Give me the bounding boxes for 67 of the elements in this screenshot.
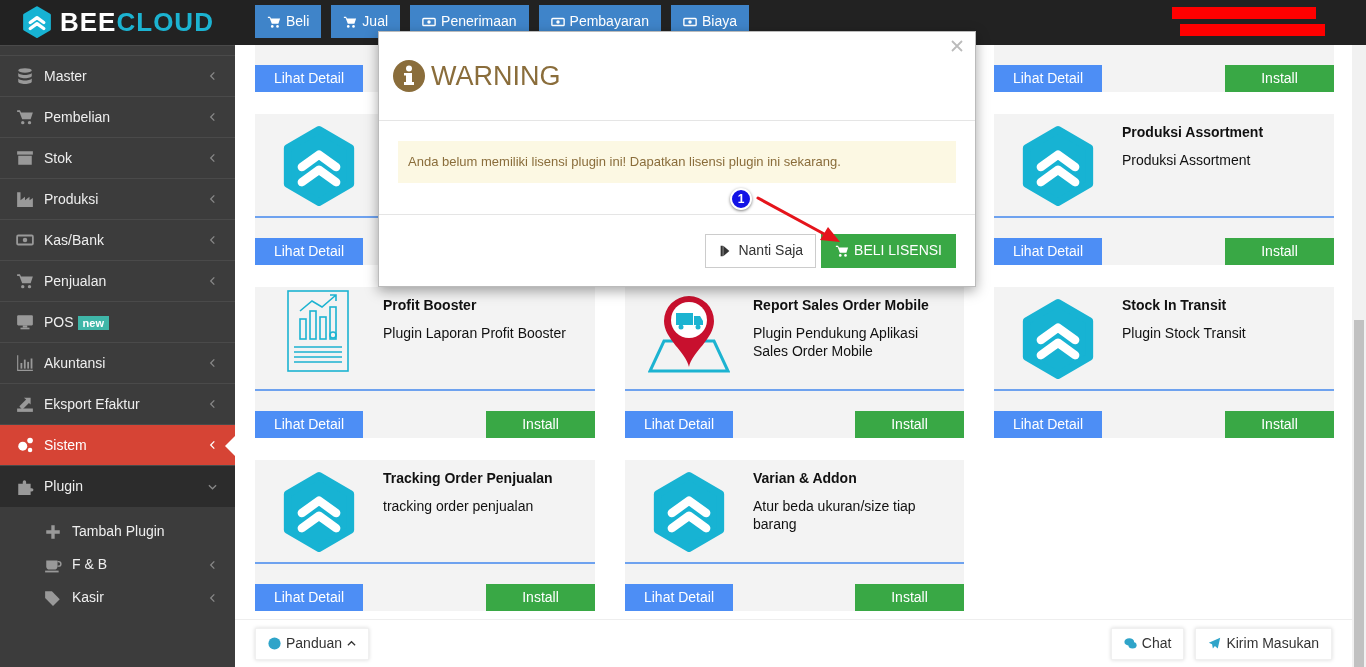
install-button[interactable]: Install bbox=[1225, 65, 1334, 92]
monitor-icon bbox=[16, 313, 34, 331]
plus-icon bbox=[44, 522, 62, 541]
buy-license-button[interactable]: BELI LISENSI bbox=[821, 233, 956, 268]
plugin-description: Plugin Stock Transit bbox=[1122, 324, 1247, 342]
cart-icon bbox=[267, 14, 281, 29]
caret-up-icon bbox=[347, 639, 357, 648]
detail-button[interactable]: Lihat Detail bbox=[255, 238, 363, 265]
cart-icon bbox=[835, 243, 850, 258]
later-button[interactable]: Nanti Saja bbox=[705, 233, 817, 268]
tags-icon bbox=[44, 588, 62, 607]
install-button[interactable]: Install bbox=[855, 584, 964, 611]
plugin-title: Report Sales Order Mobile bbox=[753, 296, 930, 315]
paper-plane-icon bbox=[1208, 637, 1222, 650]
nav-button[interactable]: Beli bbox=[255, 5, 322, 38]
detail-button[interactable]: Lihat Detail bbox=[994, 238, 1102, 265]
comments-icon bbox=[1123, 637, 1137, 650]
plugin-description: Atur beda ukuran/size tiap barang bbox=[753, 497, 917, 533]
plugin-title: Profit Booster bbox=[383, 296, 478, 315]
puzzle-icon bbox=[16, 477, 34, 496]
plugin-title: Produksi Assortment bbox=[1122, 123, 1265, 142]
detail-button[interactable]: Lihat Detail bbox=[994, 411, 1102, 438]
dialog-title: WARNING bbox=[431, 59, 561, 93]
sidebar-item[interactable]: Stok bbox=[0, 137, 235, 178]
archive-icon bbox=[16, 149, 34, 167]
new-badge: new bbox=[77, 315, 109, 330]
sidebar-item[interactable]: Master bbox=[0, 55, 235, 96]
plugin-title: Tracking Order Penjualan bbox=[383, 469, 554, 488]
plugin-description: tracking order penjualan bbox=[383, 497, 535, 515]
detail-button[interactable]: Lihat Detail bbox=[625, 411, 733, 438]
plugin-description: Plugin Pendukung Aplikasi Sales Order Mobile bbox=[753, 324, 919, 360]
plugin-description: Plugin Laporan Profit Booster bbox=[383, 324, 567, 342]
close-icon[interactable] bbox=[951, 40, 963, 52]
sidebar-item[interactable]: POS new bbox=[0, 301, 235, 342]
sidebar-item[interactable]: Plugin bbox=[0, 465, 235, 507]
install-button[interactable]: Install bbox=[1225, 238, 1334, 265]
plugin-title: Stock In Transit bbox=[1122, 296, 1228, 315]
detail-button[interactable]: Lihat Detail bbox=[255, 65, 363, 92]
chat-button[interactable]: Chat bbox=[1110, 627, 1185, 660]
warning-message: Anda belum memiliki lisensi plugin ini! Dapatkan lisensi plugin ini sekarang. bbox=[398, 141, 956, 183]
install-button[interactable]: Install bbox=[855, 411, 964, 438]
factory-icon bbox=[16, 190, 34, 208]
guide-button[interactable]: Panduan bbox=[255, 627, 370, 660]
cart-icon bbox=[16, 272, 34, 290]
database-icon bbox=[16, 67, 34, 85]
detail-button[interactable]: Lihat Detail bbox=[994, 65, 1102, 92]
brand-logo-icon bbox=[22, 6, 52, 39]
info-icon bbox=[393, 60, 425, 92]
bar-chart-icon bbox=[16, 354, 34, 372]
brand-name: BEECLOUD bbox=[60, 6, 214, 39]
install-button[interactable]: Install bbox=[486, 411, 595, 438]
detail-button[interactable]: Lihat Detail bbox=[255, 584, 363, 611]
cart-icon bbox=[343, 14, 358, 29]
install-button[interactable]: Install bbox=[1225, 411, 1334, 438]
nav-button[interactable]: Jual bbox=[331, 5, 401, 38]
install-button[interactable]: Install bbox=[486, 584, 595, 611]
cart-icon bbox=[16, 108, 34, 126]
plugin-title: Varian & Addon bbox=[753, 469, 858, 488]
detail-button[interactable]: Lihat Detail bbox=[625, 584, 733, 611]
export-icon bbox=[16, 395, 34, 413]
feedback-button[interactable]: Kirim Masukan bbox=[1195, 627, 1332, 660]
sidebar-item[interactable]: Sistem bbox=[0, 424, 235, 465]
sidebar-item[interactable]: Produksi bbox=[0, 178, 235, 219]
plugin-description: Produksi Assortment bbox=[1122, 151, 1252, 169]
detail-button[interactable]: Lihat Detail bbox=[255, 411, 363, 438]
document-chart-icon bbox=[286, 289, 352, 373]
scrollbar-thumb[interactable] bbox=[1354, 320, 1364, 667]
